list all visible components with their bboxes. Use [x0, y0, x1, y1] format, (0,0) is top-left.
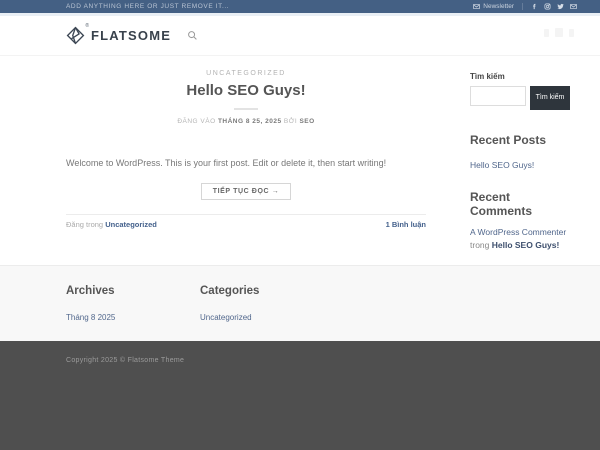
faint-icon	[569, 28, 574, 37]
post-byline: ĐĂNG VÀO THÁNG 8 25, 2025 BỞI SEO	[66, 118, 426, 125]
recent-posts-heading: Recent Posts	[470, 132, 547, 147]
facebook-icon[interactable]	[531, 3, 538, 10]
title-divider	[234, 108, 258, 110]
search-submit-button[interactable]: Tìm kiếm	[530, 86, 570, 110]
byline-date: THÁNG 8 25, 2025	[217, 118, 282, 125]
read-more-button[interactable]: TIẾP TỤC ĐỌC →	[200, 183, 292, 201]
categories-widget: Categories Uncategorized	[200, 285, 334, 341]
faint-icon	[544, 28, 549, 37]
post-title: Hello SEO Guys!	[186, 82, 306, 99]
registered-mark: ®	[85, 23, 89, 29]
newsletter-label: Newsletter	[483, 3, 514, 10]
post-article: UNCATEGORIZED Hello SEO Guys! ĐĂNG VÀO T…	[66, 56, 426, 265]
post-category-label: UNCATEGORIZED	[206, 70, 286, 77]
search-widget: Tìm kiếm	[470, 86, 570, 110]
email-icon[interactable]	[570, 3, 577, 10]
category-link[interactable]: Uncategorized	[105, 220, 157, 229]
byline-by: BỞI	[283, 118, 298, 125]
commented-post-link[interactable]: Hello SEO Guys!	[492, 240, 560, 250]
envelope-icon	[473, 4, 481, 9]
post-divider	[66, 214, 426, 216]
comments-link[interactable]: 1 Bình luận	[386, 220, 426, 229]
footer-category-link[interactable]: Uncategorized	[200, 313, 252, 322]
byline-prefix: ĐĂNG VÀO	[177, 118, 216, 125]
sidebar: Tìm kiếm Tìm kiếm Recent Posts Hello SEO…	[470, 56, 570, 265]
comment-connector: trong	[470, 240, 490, 251]
search-widget-label: Tìm kiếm	[470, 72, 505, 81]
footer-widgets: Archives Tháng 8 2025 Categories Uncateg…	[0, 265, 600, 341]
site-logo[interactable]: ® FLATSOME	[66, 23, 172, 45]
site-header: ® FLATSOME	[0, 16, 600, 56]
topbar: ADD ANYTHING HERE OR JUST REMOVE IT... N…	[0, 0, 600, 13]
search-input[interactable]	[470, 86, 526, 106]
flatsome-diamond-icon: ®	[66, 23, 89, 45]
twitter-icon[interactable]	[557, 3, 564, 10]
faint-icon	[555, 28, 563, 37]
post-meta-row: Đăng trong Uncategorized 1 Bình luận	[66, 220, 426, 229]
posted-in-label: Đăng trong	[66, 220, 104, 230]
recent-comment-item: A WordPress Commenter trong Hello SEO Gu…	[470, 226, 570, 253]
header-secondary-icons	[544, 28, 574, 37]
archives-widget: Archives Tháng 8 2025	[66, 285, 200, 341]
read-more-wrap: TIẾP TỤC ĐỌC →	[66, 180, 426, 201]
recent-comments-heading: Recent Comments	[470, 189, 533, 218]
recent-post-link[interactable]: Hello SEO Guys!	[470, 160, 534, 170]
post-excerpt: Welcome to WordPress. This is your first…	[66, 158, 387, 168]
topbar-right: Newsletter	[473, 3, 577, 10]
archives-heading: Archives	[66, 285, 115, 297]
commenter-link[interactable]: A WordPress Commenter	[470, 227, 566, 237]
categories-heading: Categories	[200, 285, 260, 297]
main-content: UNCATEGORIZED Hello SEO Guys! ĐĂNG VÀO T…	[0, 56, 600, 265]
newsletter-link[interactable]: Newsletter	[473, 3, 514, 10]
logo-text: FLATSOME	[91, 28, 172, 43]
byline-author: SEO	[299, 118, 315, 125]
copyright-text: Copyright 2025 © Flatsome Theme	[66, 357, 185, 364]
instagram-icon[interactable]	[544, 3, 551, 10]
posted-in: Đăng trong Uncategorized	[66, 220, 157, 229]
archive-link[interactable]: Tháng 8 2025	[66, 313, 115, 322]
topbar-separator	[522, 3, 523, 10]
topbar-message: ADD ANYTHING HERE OR JUST REMOVE IT...	[66, 3, 230, 10]
page: ADD ANYTHING HERE OR JUST REMOVE IT... N…	[0, 0, 600, 450]
search-icon[interactable]	[187, 30, 198, 41]
absolute-footer: Copyright 2025 © Flatsome Theme	[0, 341, 600, 450]
